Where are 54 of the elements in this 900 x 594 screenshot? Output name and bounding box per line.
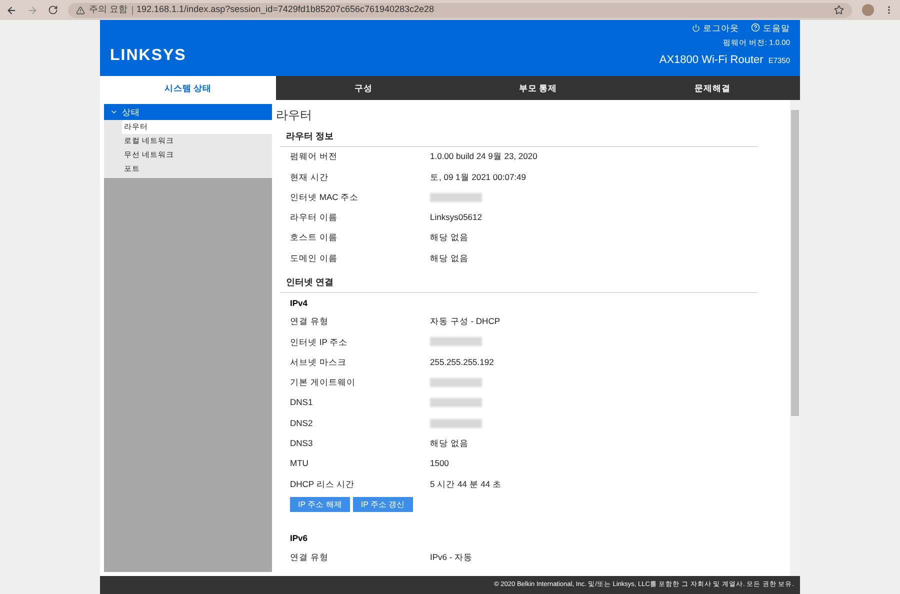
field-value: 토, 09 1월 2021 00:07:49 bbox=[430, 170, 526, 184]
back-icon[interactable] bbox=[6, 4, 17, 16]
field-label: 라우터 이름 bbox=[290, 211, 338, 224]
logout-link[interactable]: 로그아웃 bbox=[703, 22, 739, 34]
blurred-value bbox=[430, 378, 482, 388]
scrollbar[interactable] bbox=[790, 100, 800, 576]
field-value: 해당 없음 bbox=[430, 437, 468, 450]
field-value: IPv6 - 자동 bbox=[430, 550, 473, 564]
group-heading: IPv4 bbox=[289, 296, 308, 310]
help-link[interactable]: 도움말 bbox=[763, 22, 790, 34]
blurred-value bbox=[430, 418, 482, 428]
field-label: 도메인 이름 bbox=[290, 252, 338, 264]
address-bar[interactable]: 주의 요함 192.168.1.1/index.asp?session_id=7429fd1b85207c656c761940283c2e28 bbox=[68, 2, 852, 18]
field-label: 현재 시간 bbox=[290, 170, 330, 184]
model-name: AX1800 Wi-Fi Router bbox=[659, 52, 764, 68]
field-label: DNS2 bbox=[290, 416, 314, 430]
blurred-value bbox=[430, 398, 482, 408]
nav-tab[interactable]: 시스템 상태 bbox=[100, 76, 276, 100]
field-label: 인터넷 MAC 주소 bbox=[290, 190, 360, 204]
power-icon bbox=[692, 24, 700, 32]
warning-icon bbox=[76, 6, 85, 14]
field-label: DHCP 리스 시간 bbox=[290, 478, 356, 490]
field-label: 연결 유형 bbox=[290, 550, 330, 564]
field-label: MTU bbox=[290, 457, 310, 470]
help-icon bbox=[751, 23, 760, 32]
section-heading: 라우터 정보 bbox=[280, 126, 758, 146]
field-label: 호스트 이름 bbox=[290, 231, 338, 244]
star-icon[interactable] bbox=[834, 5, 844, 15]
field-value: 255.255.255.192 bbox=[430, 356, 494, 369]
field-value: 1.0.00 build 24 9월 23, 2020 bbox=[430, 150, 538, 164]
field-label: DNS3 bbox=[290, 437, 314, 450]
field-value: 해당 없음 bbox=[430, 231, 468, 244]
url-text: 192.168.1.1/index.asp?session_id=7429fd1b85207c656c761940283c2e28 bbox=[136, 3, 434, 16]
caret-icon bbox=[110, 108, 118, 116]
field-label: DNS1 bbox=[290, 396, 314, 410]
field-label: 인터넷 IP 주소 bbox=[290, 336, 349, 348]
field-label: 연결 유형 bbox=[290, 315, 330, 328]
field-value: 1500 bbox=[430, 457, 449, 470]
field-value: 5 시간 44 분 44 초 bbox=[430, 478, 502, 490]
reload-icon[interactable] bbox=[48, 5, 58, 15]
field-value: Linksys05612 bbox=[430, 211, 482, 224]
group-heading: IPv6 bbox=[289, 532, 308, 546]
section-heading: 인터넷 연결 bbox=[280, 272, 758, 293]
security-label: 주의 요함 bbox=[89, 3, 128, 16]
field-label: 기본 게이트웨이 bbox=[290, 376, 356, 389]
linksys-logo: LINKSYS bbox=[110, 46, 186, 66]
blurred-value bbox=[430, 337, 482, 346]
field-label: 서브넷 마스크 bbox=[290, 356, 348, 369]
field-value: 자동 구성 - DHCP bbox=[430, 315, 500, 328]
field-label: 펌웨어 버전 bbox=[290, 150, 338, 164]
blurred-value bbox=[430, 192, 482, 202]
page-title: 라우터 bbox=[276, 107, 313, 124]
field-value: 해당 없음 bbox=[430, 252, 468, 264]
sidebar-item[interactable]: 상태 bbox=[104, 104, 272, 120]
